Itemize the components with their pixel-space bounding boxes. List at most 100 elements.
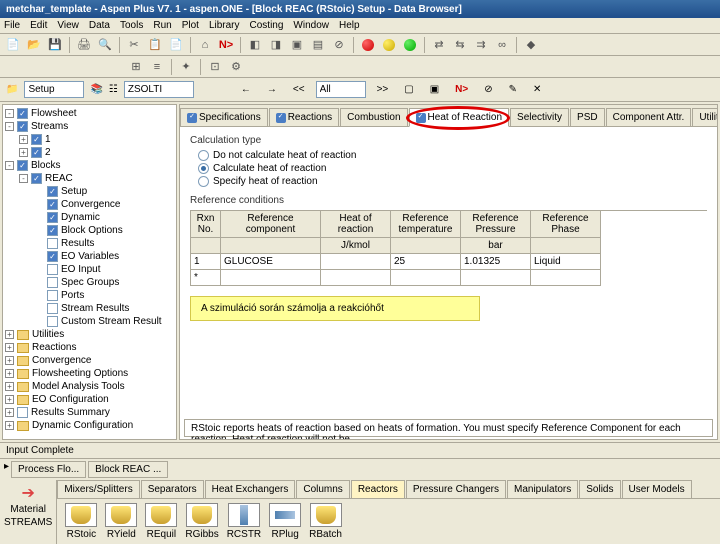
tab-selectivity[interactable]: Selectivity — [510, 108, 569, 126]
chart-icon[interactable]: ◨ — [267, 36, 285, 54]
radio-no-calc[interactable]: Do not calculate heat of reaction — [198, 150, 707, 161]
break-icon[interactable]: ⊞ — [127, 58, 145, 76]
tree-item[interactable]: -✓Blocks — [5, 159, 174, 172]
menu-plot[interactable]: Plot — [182, 20, 199, 31]
radio-calc[interactable]: Calculate heat of reaction — [198, 163, 707, 174]
unit-press[interactable]: bar — [461, 238, 531, 254]
close-nav-icon[interactable]: ⊘ — [479, 81, 497, 99]
cat-separators[interactable]: Separators — [141, 480, 204, 498]
tree-item[interactable]: +EO Configuration — [5, 393, 174, 406]
new-icon[interactable]: 📄 — [4, 36, 22, 54]
menu-run[interactable]: Run — [153, 20, 171, 31]
cat-reactors[interactable]: Reactors — [351, 480, 405, 498]
tree-item[interactable]: ✓EO Variables — [5, 250, 174, 263]
app-icon[interactable]: ◆ — [522, 36, 540, 54]
icon1[interactable]: ▢ — [399, 81, 418, 99]
cancel-icon[interactable]: ✕ — [528, 81, 546, 99]
item-rbatch[interactable]: RBatch — [309, 503, 342, 540]
nav-icon[interactable]: ⌂ — [196, 36, 214, 54]
link1-icon[interactable]: ⇄ — [430, 36, 448, 54]
print-icon[interactable]: 🖨 — [75, 36, 93, 54]
tree-item[interactable]: +Results Summary — [5, 406, 174, 419]
menu-data[interactable]: Data — [89, 20, 110, 31]
cat-heatex[interactable]: Heat Exchangers — [205, 480, 296, 498]
save-icon[interactable]: 💾 — [46, 36, 64, 54]
tree-view[interactable]: -✓Flowsheet-✓Streams+✓1+✓2-✓Blocks-✓REAC… — [2, 104, 177, 440]
icon2[interactable]: ▣ — [425, 81, 444, 99]
tree-item[interactable]: +✓1 — [5, 133, 174, 146]
book-icon[interactable]: 📚 — [90, 84, 102, 95]
cell-temp[interactable]: 25 — [391, 254, 461, 270]
menu-file[interactable]: File — [4, 20, 20, 31]
menu-tools[interactable]: Tools — [120, 20, 143, 31]
object-combo[interactable] — [24, 81, 84, 98]
item-rplug[interactable]: RPlug — [269, 503, 301, 540]
back-button[interactable]: ← — [236, 81, 256, 99]
link3-icon[interactable]: ⇉ — [472, 36, 490, 54]
filter-combo[interactable] — [316, 81, 366, 98]
item-rgibbs[interactable]: RGibbs — [185, 503, 218, 540]
collapse-icon[interactable]: ▸ — [4, 461, 9, 478]
item-requil[interactable]: REquil — [145, 503, 177, 540]
ref-grid[interactable]: Rxn No. Reference component Heat of reac… — [190, 210, 707, 286]
tree-item[interactable]: -✓REAC — [5, 172, 174, 185]
open-icon[interactable]: 📂 — [25, 36, 43, 54]
doc-icon[interactable]: ◧ — [246, 36, 264, 54]
cell-comp[interactable]: GLUCOSE — [221, 254, 321, 270]
tree-item[interactable]: ✓Block Options — [5, 224, 174, 237]
menu-view[interactable]: View — [57, 20, 79, 31]
paste-icon[interactable]: 📄 — [167, 36, 185, 54]
tree-item[interactable]: +Dynamic Configuration — [5, 419, 174, 432]
cat-solids[interactable]: Solids — [579, 480, 620, 498]
tree-item[interactable]: ✓Setup — [5, 185, 174, 198]
tree-item[interactable]: EO Input — [5, 263, 174, 276]
cat-pressure[interactable]: Pressure Changers — [406, 480, 506, 498]
flowsheet-tab[interactable]: Process Flo... — [11, 461, 86, 478]
print-preview-icon[interactable]: 🔍 — [96, 36, 114, 54]
tree-item[interactable]: Stream Results — [5, 302, 174, 315]
tree-item[interactable]: +Convergence — [5, 354, 174, 367]
tree-item[interactable]: Custom Stream Result — [5, 315, 174, 328]
user-combo[interactable] — [124, 81, 194, 98]
tree-item[interactable]: -✓Flowsheet — [5, 107, 174, 120]
block-tab[interactable]: Block REAC ... — [88, 461, 168, 478]
np-button[interactable]: N> — [450, 81, 473, 99]
tab-combustion[interactable]: Combustion — [340, 108, 407, 126]
unit-heat[interactable]: J/kmol — [321, 238, 391, 254]
item-rstoic[interactable]: RStoic — [65, 503, 97, 540]
menu-library[interactable]: Library — [209, 20, 240, 31]
stream-picker[interactable]: ➔ Material STREAMS — [0, 480, 57, 544]
tab-utility[interactable]: Utility — [692, 108, 718, 126]
cat-mixers[interactable]: Mixers/Splitters — [57, 480, 139, 498]
link4-icon[interactable]: ∞ — [493, 36, 511, 54]
prop-icon[interactable]: ☷ — [109, 84, 118, 95]
cell-rxn[interactable]: 1 — [191, 254, 221, 270]
forward-button[interactable]: → — [262, 81, 282, 99]
group-icon[interactable]: ⊡ — [206, 58, 224, 76]
item-ryield[interactable]: RYield — [105, 503, 137, 540]
link2-icon[interactable]: ⇆ — [451, 36, 469, 54]
yellow-status-icon[interactable] — [380, 36, 398, 54]
tab-heat-of-reaction[interactable]: ✓Heat of Reaction — [409, 108, 510, 127]
tree-item[interactable]: ✓Convergence — [5, 198, 174, 211]
red-status-icon[interactable] — [359, 36, 377, 54]
menu-help[interactable]: Help — [339, 20, 360, 31]
tree-item[interactable]: +✓2 — [5, 146, 174, 159]
radio-specify[interactable]: Specify heat of reaction — [198, 176, 707, 187]
tools-icon[interactable]: ⚙ — [227, 58, 245, 76]
tree-item[interactable]: +Flowsheeting Options — [5, 367, 174, 380]
tab-component-attr[interactable]: Component Attr. — [606, 108, 692, 126]
item-rcstr[interactable]: RCSTR — [227, 503, 261, 540]
cell-heat[interactable] — [321, 254, 391, 270]
cat-columns[interactable]: Columns — [296, 480, 349, 498]
menu-window[interactable]: Window — [293, 20, 329, 31]
copy-icon[interactable]: 📋 — [146, 36, 164, 54]
tree-item[interactable]: ✓Dynamic — [5, 211, 174, 224]
tree-item[interactable]: Ports — [5, 289, 174, 302]
tree-item[interactable]: +Model Analysis Tools — [5, 380, 174, 393]
tree-item[interactable]: -✓Streams — [5, 120, 174, 133]
cell-phase[interactable]: Liquid — [531, 254, 601, 270]
menu-costing[interactable]: Costing — [250, 20, 284, 31]
cut-icon[interactable]: ✂ — [125, 36, 143, 54]
tab-psd[interactable]: PSD — [570, 108, 605, 126]
